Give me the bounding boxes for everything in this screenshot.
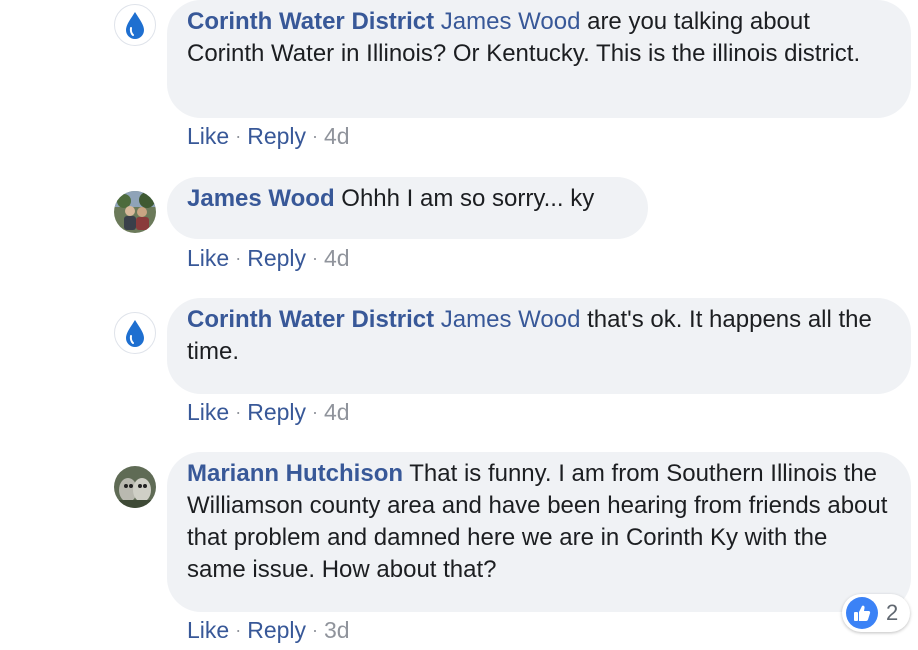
avatar[interactable] bbox=[114, 191, 156, 233]
comment-actions: Like · Reply · 3d bbox=[187, 616, 350, 646]
separator: · bbox=[312, 402, 319, 422]
comment-actions: Like · Reply · 4d bbox=[187, 244, 350, 274]
reaction-summary[interactable]: 2 bbox=[842, 594, 911, 632]
profile-photo-icon bbox=[114, 191, 156, 233]
like-link[interactable]: Like bbox=[187, 617, 229, 643]
water-drop-icon bbox=[126, 12, 144, 39]
like-link[interactable]: Like bbox=[187, 123, 229, 149]
reply-link[interactable]: Reply bbox=[247, 617, 306, 643]
comment-actions: Like · Reply · 4d bbox=[187, 122, 350, 152]
separator: · bbox=[312, 248, 319, 268]
mention-link[interactable]: James Wood bbox=[441, 306, 581, 333]
comment-text: Ohhh I am so sorry... ky bbox=[334, 185, 595, 212]
comment-author[interactable]: James Wood bbox=[187, 185, 335, 212]
like-link[interactable]: Like bbox=[187, 245, 229, 271]
thumbs-up-icon bbox=[846, 597, 878, 629]
avatar[interactable] bbox=[114, 4, 156, 46]
separator: · bbox=[235, 402, 242, 422]
avatar[interactable] bbox=[114, 312, 156, 354]
comment-bubble: James Wood Ohhh I am so sorry... ky bbox=[167, 177, 648, 239]
reaction-count: 2 bbox=[886, 600, 899, 625]
comment-author[interactable]: Corinth Water District bbox=[187, 8, 434, 35]
comment-author[interactable]: Corinth Water District bbox=[187, 306, 434, 333]
timestamp[interactable]: 4d bbox=[324, 245, 350, 271]
timestamp[interactable]: 4d bbox=[324, 123, 350, 149]
reply-link[interactable]: Reply bbox=[247, 245, 306, 271]
separator: · bbox=[235, 126, 242, 146]
comment-bubble: Corinth Water District James Wood are yo… bbox=[167, 0, 911, 118]
water-drop-icon bbox=[126, 320, 144, 347]
like-link[interactable]: Like bbox=[187, 399, 229, 425]
comment-actions: Like · Reply · 4d bbox=[187, 398, 350, 428]
comment-thread: Corinth Water District James Wood are yo… bbox=[0, 0, 918, 650]
separator: · bbox=[235, 248, 242, 268]
profile-photo-icon bbox=[114, 466, 156, 508]
comment-author[interactable]: Mariann Hutchison bbox=[187, 460, 403, 487]
avatar[interactable] bbox=[114, 466, 156, 508]
reply-link[interactable]: Reply bbox=[247, 399, 306, 425]
timestamp[interactable]: 3d bbox=[324, 617, 350, 643]
separator: · bbox=[312, 620, 319, 640]
timestamp[interactable]: 4d bbox=[324, 399, 350, 425]
comment-bubble: Mariann Hutchison That is funny. I am fr… bbox=[167, 452, 911, 612]
reply-link[interactable]: Reply bbox=[247, 123, 306, 149]
comment-bubble: Corinth Water District James Wood that's… bbox=[167, 298, 911, 394]
separator: · bbox=[312, 126, 319, 146]
mention-link[interactable]: James Wood bbox=[441, 8, 581, 35]
separator: · bbox=[235, 620, 242, 640]
